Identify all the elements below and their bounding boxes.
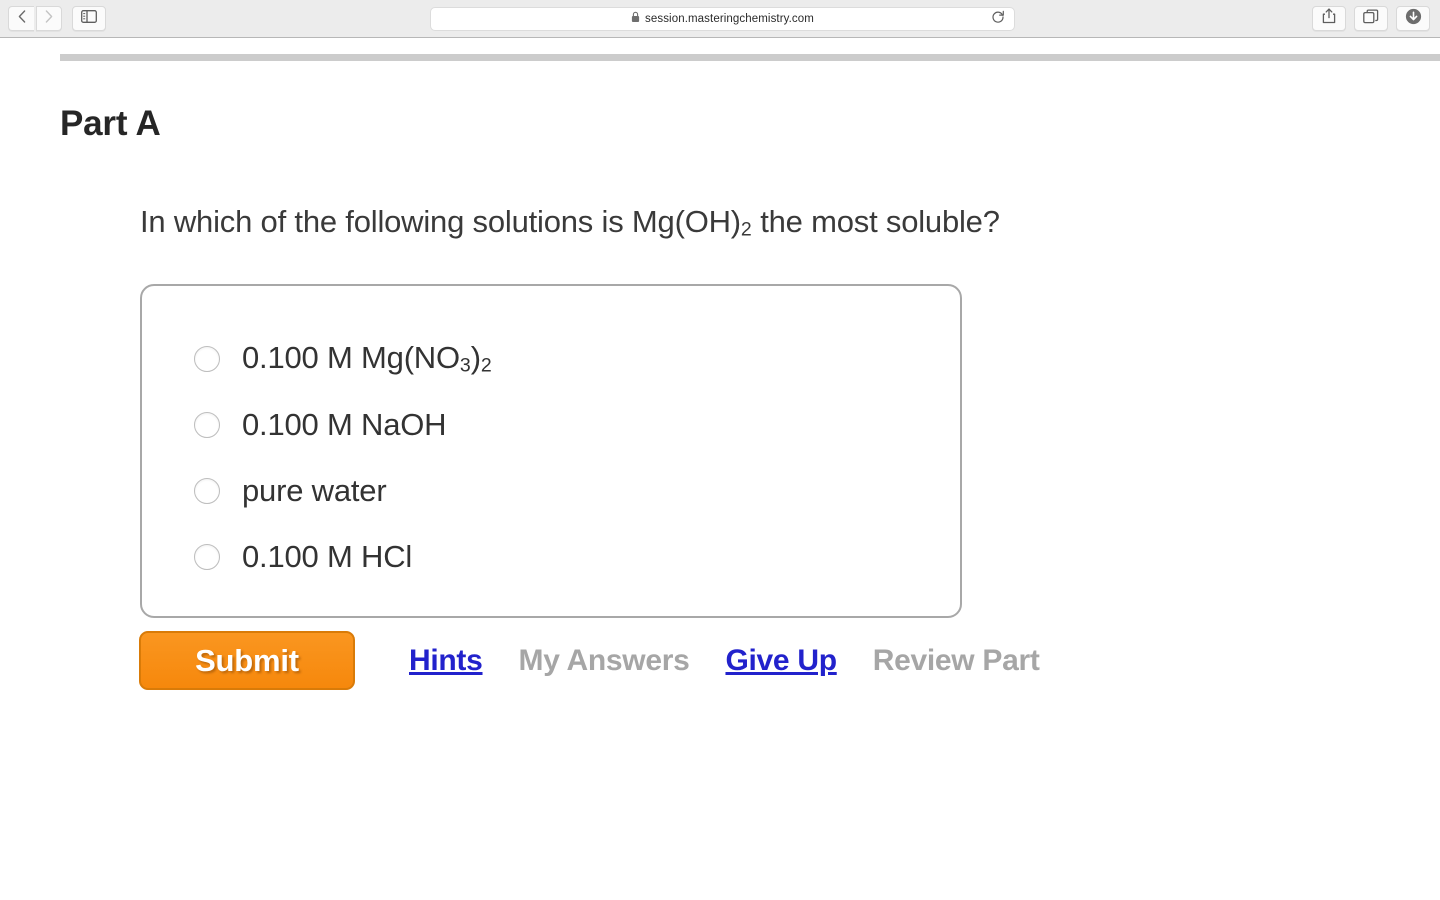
forward-button[interactable] bbox=[36, 6, 62, 31]
toolbar-right-buttons bbox=[1312, 6, 1430, 31]
option-4-text: 0.100 M HCl bbox=[242, 539, 413, 574]
downloads-icon bbox=[1405, 8, 1422, 30]
option-2-text: 0.100 M NaOH bbox=[242, 407, 447, 442]
browser-toolbar: session.masteringchemistry.com bbox=[0, 0, 1440, 38]
action-bar: Submit Hints My Answers Give Up Review P… bbox=[139, 631, 1040, 690]
reload-button[interactable] bbox=[990, 10, 1006, 29]
answer-option-2-label: 0.100 M NaOH bbox=[242, 407, 447, 443]
answer-option-1-label: 0.100 M Mg(NO3)2 bbox=[242, 340, 492, 378]
give-up-link[interactable]: Give Up bbox=[725, 644, 837, 678]
header-divider bbox=[60, 54, 1440, 61]
radio-button-option-3[interactable] bbox=[194, 478, 220, 504]
question-suffix: the most soluble? bbox=[751, 204, 1000, 239]
question-text: In which of the following solutions is M… bbox=[140, 204, 1000, 242]
review-part-link: Review Part bbox=[872, 643, 1040, 677]
submit-button[interactable]: Submit bbox=[139, 631, 355, 690]
radio-button-option-1[interactable] bbox=[194, 346, 220, 372]
answer-option-4-label: 0.100 M HCl bbox=[242, 539, 412, 575]
tab-overview-button[interactable] bbox=[1354, 6, 1388, 31]
tab-overview-icon bbox=[1363, 8, 1379, 29]
answer-option-2[interactable]: 0.100 M NaOH bbox=[194, 392, 492, 458]
back-button[interactable] bbox=[8, 6, 34, 31]
option-1-subscript-2: 2 bbox=[480, 354, 492, 377]
page-title: Part A bbox=[60, 104, 161, 143]
lock-icon bbox=[631, 10, 640, 28]
option-1-text-before: 0.100 M Mg(NO bbox=[242, 340, 460, 376]
answer-choices-box: 0.100 M Mg(NO3)2 0.100 M NaOH pure water… bbox=[140, 284, 962, 618]
answer-options-list: 0.100 M Mg(NO3)2 0.100 M NaOH pure water… bbox=[194, 326, 492, 590]
radio-button-option-2[interactable] bbox=[194, 412, 220, 438]
hints-link[interactable]: Hints bbox=[409, 644, 483, 678]
sidebar-toggle-button[interactable] bbox=[72, 6, 106, 31]
radio-button-option-4[interactable] bbox=[194, 544, 220, 570]
address-bar-url: session.masteringchemistry.com bbox=[645, 13, 814, 25]
answer-option-3[interactable]: pure water bbox=[194, 458, 492, 524]
question-prefix: In which of the following solutions is M… bbox=[140, 204, 741, 239]
option-3-text: pure water bbox=[242, 473, 387, 508]
share-button[interactable] bbox=[1312, 6, 1346, 31]
page-content: Part A In which of the following solutio… bbox=[0, 38, 1440, 900]
option-1-subscript-1: 3 bbox=[459, 354, 471, 377]
sidebar-toggle-icon bbox=[81, 9, 97, 28]
chevron-left-icon bbox=[18, 9, 26, 28]
answer-option-3-label: pure water bbox=[242, 473, 387, 509]
share-icon bbox=[1322, 8, 1336, 29]
address-bar-content: session.masteringchemistry.com bbox=[631, 10, 814, 28]
option-1-text-mid: ) bbox=[470, 340, 481, 376]
submit-button-label: Submit bbox=[195, 642, 299, 678]
chevron-right-icon bbox=[45, 9, 53, 28]
answer-option-1[interactable]: 0.100 M Mg(NO3)2 bbox=[194, 326, 492, 392]
my-answers-link: My Answers bbox=[518, 643, 690, 677]
question-subscript: 2 bbox=[740, 218, 752, 241]
downloads-button[interactable] bbox=[1396, 6, 1430, 31]
answer-option-4[interactable]: 0.100 M HCl bbox=[194, 524, 492, 590]
reload-icon bbox=[991, 10, 1005, 29]
navigation-buttons bbox=[8, 6, 106, 31]
address-bar[interactable]: session.masteringchemistry.com bbox=[430, 7, 1015, 31]
